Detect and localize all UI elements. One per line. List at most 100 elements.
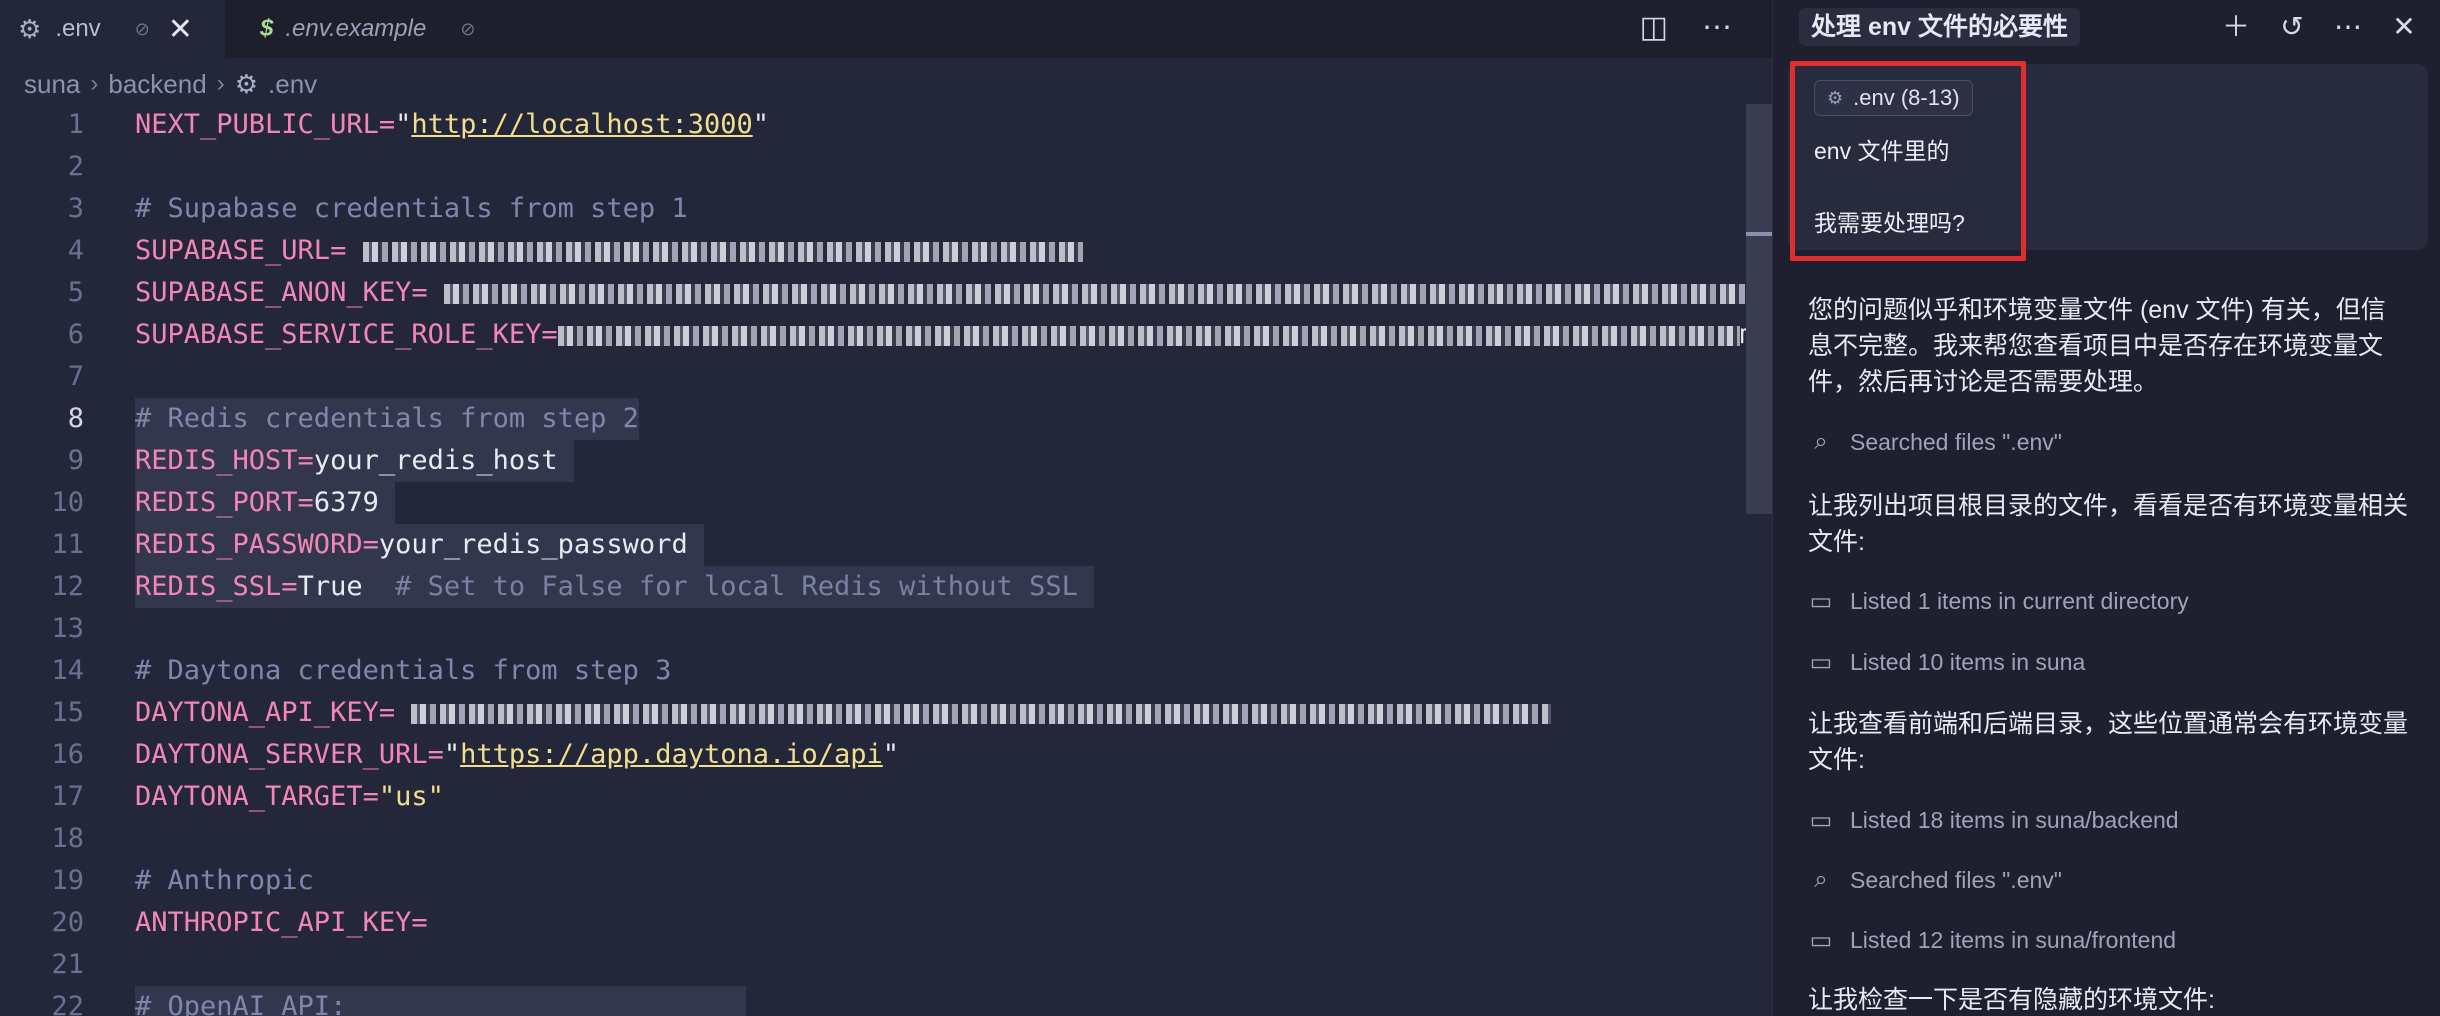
line-number: 5 <box>67 277 84 308</box>
chat-actions: ＋ ↺ ⋯ ✕ <box>2221 10 2419 44</box>
env-value: 6379 <box>313 487 379 518</box>
code-line: 17 DAYTONA_TARGET="us" <box>0 776 1772 818</box>
line-number: 4 <box>67 235 84 266</box>
chat-title[interactable]: 处理 env 文件的必要性 <box>1799 8 2080 46</box>
code-line: 5 SUPABASE_ANON_KEY= <box>0 272 1772 314</box>
tab-env[interactable]: ⚙ .env ⊘ ✕ <box>0 0 225 58</box>
chevron-right-icon: › <box>216 70 225 97</box>
tab-env-example[interactable]: $ .env.example ⊘ <box>232 0 537 58</box>
line-number: 15 <box>51 697 84 728</box>
close-panel-icon[interactable]: ✕ <box>2389 10 2419 44</box>
redacted-value <box>411 703 1552 724</box>
code-line: 19 # Anthropic <box>0 860 1772 902</box>
breadcrumb-item[interactable]: .env <box>268 69 317 100</box>
more-actions-icon[interactable]: ⋯ <box>1702 10 1732 46</box>
code-comment: # Redis credentials from step 2 <box>135 398 639 440</box>
new-chat-icon[interactable]: ＋ <box>2221 10 2251 44</box>
breadcrumb-item[interactable]: backend <box>108 69 206 100</box>
tool-call[interactable]: ▭ Listed 18 items in suna/backend <box>1808 806 2179 835</box>
code-link[interactable]: http://localhost:3000 <box>411 109 752 140</box>
code-comment: # Set to False for local Redis without S… <box>362 571 1078 602</box>
tool-call[interactable]: ▭ Listed 12 items in suna/frontend <box>1808 926 2176 955</box>
env-value: True <box>297 571 363 602</box>
split-editor-icon[interactable]: ◫ <box>1640 10 1668 46</box>
tool-call[interactable]: ▭ Listed 10 items in suna <box>1808 648 2086 677</box>
tool-call[interactable]: ⌕ Searched files ".env" <box>1808 866 2062 894</box>
code-line: 4 SUPABASE_URL= <box>0 230 1772 272</box>
gear-icon: ⚙ <box>18 13 42 44</box>
line-number: 13 <box>51 613 84 644</box>
line-number: 17 <box>51 781 84 812</box>
code-editor[interactable]: 1 NEXT_PUBLIC_URL="http://localhost:3000"… <box>0 104 1772 1016</box>
redacted-value <box>362 241 1083 262</box>
env-key: DAYTONA_SERVER_URL= <box>135 739 444 770</box>
breadcrumb-item[interactable]: suna <box>24 69 80 100</box>
code-comment: # Anthropic <box>135 865 314 896</box>
code-comment: # Daytona credentials from step 3 <box>135 655 672 686</box>
quote: " <box>752 109 769 140</box>
code-line: 13 <box>0 608 1772 650</box>
editor-actions: ◫ ⋯ <box>1640 10 1732 46</box>
code-line: 10 REDIS_PORT=6379 <box>0 482 1772 524</box>
dollar-icon: $ <box>260 15 274 42</box>
editor-pane: ⚙ .env ⊘ ✕ $ .env.example ⊘ ◫ ⋯ suna › b… <box>0 0 1772 1016</box>
tool-call-label: Searched files ".env" <box>1850 866 2062 893</box>
env-key: SUPABASE_URL= <box>135 235 347 266</box>
code-comment: # OpenAI API: <box>135 986 747 1016</box>
line-number: 10 <box>51 487 84 518</box>
tool-call-label: Listed 12 items in suna/frontend <box>1850 927 2177 953</box>
code-line: 7 <box>0 356 1772 398</box>
code-line: 18 <box>0 818 1772 860</box>
env-key: ANTHROPIC_API_KEY= <box>135 907 428 938</box>
scrollbar-cursor-marker <box>1746 232 1772 236</box>
line-number: 6 <box>67 319 84 350</box>
assistant-message: 让我查看前端和后端目录，这些位置通常会有环境变量文件: <box>1808 710 2409 774</box>
env-key: NEXT_PUBLIC_URL= <box>135 109 396 140</box>
code-line: 14 # Daytona credentials from step 3 <box>0 650 1772 692</box>
editor-scrollbar[interactable] <box>1746 104 1772 514</box>
env-value: your_redis_host <box>313 445 558 476</box>
env-key: REDIS_PASSWORD= <box>135 529 379 560</box>
folder-icon: ▭ <box>1809 807 1833 834</box>
assistant-message: 让我检查一下是否有隐藏的环境文件: <box>1808 986 2215 1014</box>
breadcrumb: suna › backend › ⚙ .env <box>24 66 317 102</box>
tool-call[interactable]: ▭ Listed 1 items in current directory <box>1808 587 2189 616</box>
code-line: 8 # Redis credentials from step 2 <box>0 398 1772 440</box>
line-number: 11 <box>51 529 84 560</box>
line-number: 21 <box>51 949 84 980</box>
line-number: 2 <box>67 151 84 182</box>
history-icon[interactable]: ↺ <box>2277 10 2307 44</box>
tool-call-label: Listed 1 items in current directory <box>1850 588 2189 614</box>
line-number: 1 <box>67 109 84 140</box>
code-line: 9 REDIS_HOST=your_redis_host <box>0 440 1772 482</box>
folder-icon: ▭ <box>1809 588 1833 615</box>
assistant-message: 让我列出项目根目录的文件，看看是否有环境变量相关文件: <box>1808 492 2409 556</box>
highlight-annotation <box>1790 61 2026 261</box>
env-key: SUPABASE_SERVICE_ROLE_KEY= <box>135 319 558 350</box>
tool-call-label: Listed 10 items in suna <box>1850 649 2086 675</box>
chat-header: 处理 env 文件的必要性 ＋ ↺ ⋯ ✕ <box>1773 0 2440 54</box>
env-value: "us" <box>378 781 444 812</box>
code-line: 12 REDIS_SSL=True # Set to False for loca… <box>0 566 1772 608</box>
pin-icon[interactable]: ⊘ <box>135 19 150 40</box>
line-number: 22 <box>51 991 84 1016</box>
quote: " <box>443 739 461 770</box>
env-key: REDIS_HOST= <box>135 445 314 476</box>
pin-icon[interactable]: ⊘ <box>460 19 475 40</box>
tool-call[interactable]: ⌕ Searched files ".env" <box>1808 428 2062 456</box>
assistant-message: 您的问题似乎和环境变量文件 (env 文件) 有关，但信息不完整。我来帮您查看项… <box>1808 296 2386 396</box>
code-comment: # Supabase credentials from step 1 <box>135 193 688 224</box>
quote: " <box>882 739 900 770</box>
line-number: 9 <box>67 445 84 476</box>
close-icon[interactable]: ✕ <box>168 12 193 47</box>
line-number: 19 <box>51 865 84 896</box>
line-number: 14 <box>51 655 84 686</box>
code-line: 2 <box>0 146 1772 188</box>
folder-icon: ▭ <box>1809 649 1833 676</box>
code-link[interactable]: https://app.daytona.io/api <box>460 739 883 770</box>
code-line: 15 DAYTONA_API_KEY= <box>0 692 1772 734</box>
more-options-icon[interactable]: ⋯ <box>2333 10 2363 44</box>
chevron-right-icon: › <box>90 70 99 97</box>
tab-label: .env <box>55 15 101 42</box>
folder-icon: ▭ <box>1809 927 1833 954</box>
